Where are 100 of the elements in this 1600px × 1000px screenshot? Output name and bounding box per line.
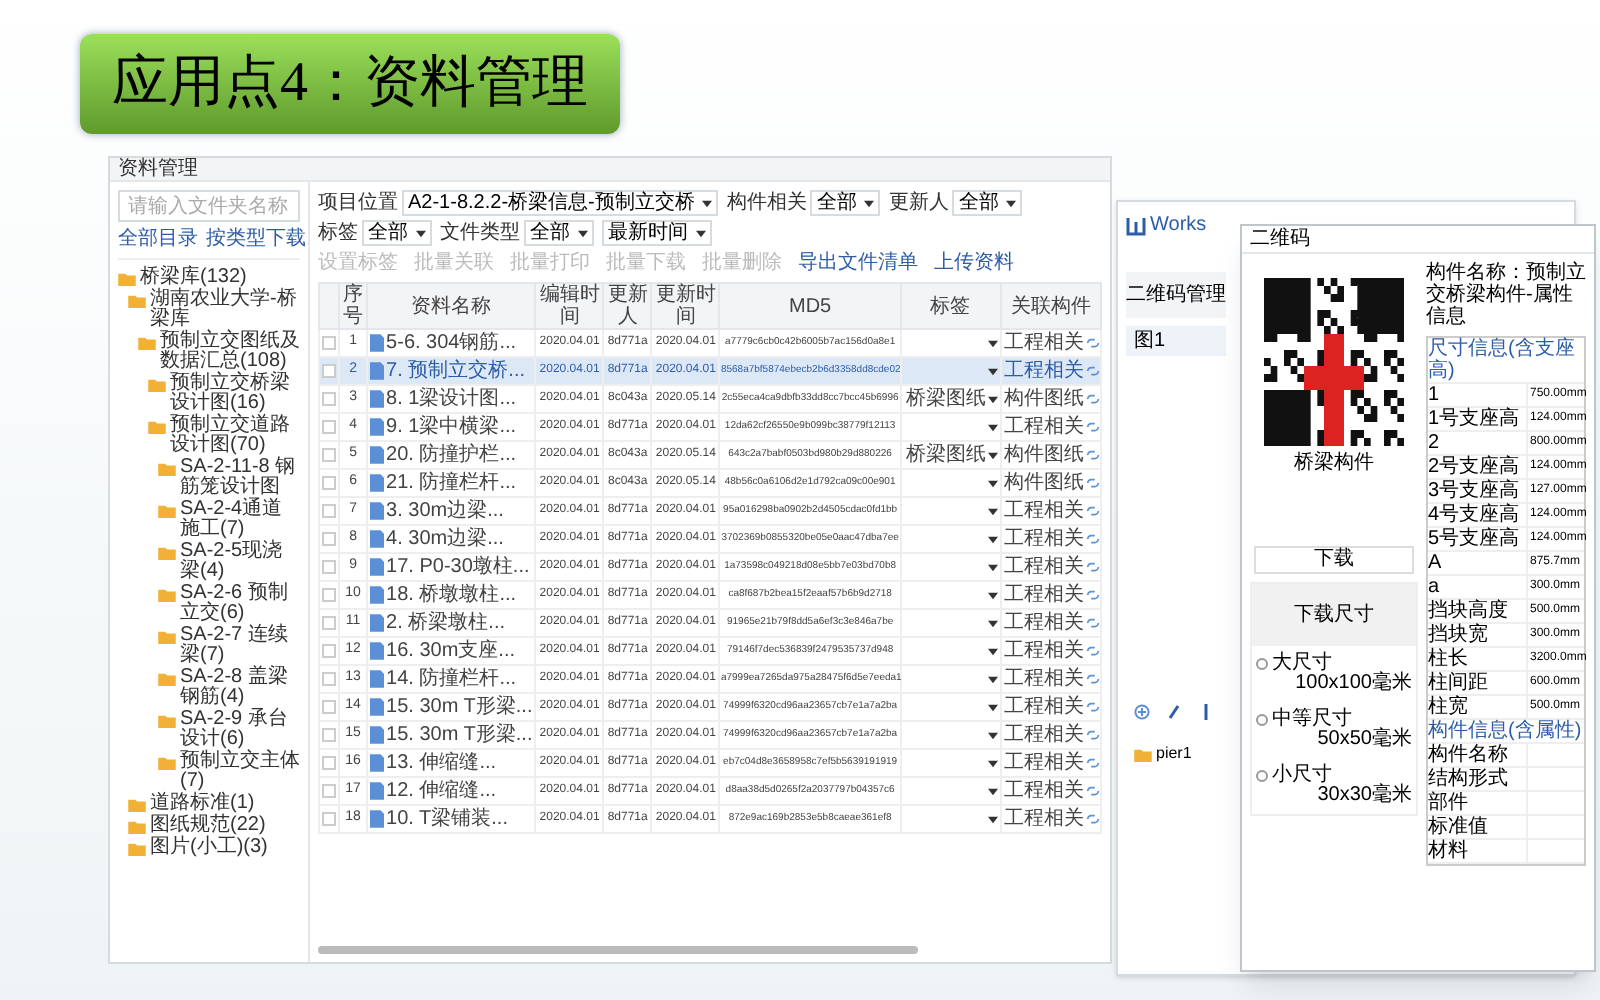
size-value: 30x30毫米 — [1317, 786, 1412, 806]
sidebar-button[interactable]: 按类型下载 — [206, 230, 306, 250]
property-label: 构件名称 — [1428, 744, 1528, 766]
tree-item[interactable]: pier1 — [1156, 745, 1192, 761]
link-icon — [1085, 700, 1100, 714]
caret-icon — [987, 619, 998, 627]
tree-item[interactable]: 预制立交主体(7) — [180, 752, 300, 792]
row-checkbox[interactable] — [322, 784, 336, 798]
caret-icon — [416, 229, 426, 237]
caret-icon — [987, 563, 998, 571]
column-header: 更新时间 — [653, 284, 718, 328]
property-label: 2号支座高 — [1428, 456, 1528, 478]
dialog-title: 二维码 — [1250, 229, 1310, 249]
filter-label: 构件相关 — [726, 193, 807, 213]
caret-icon — [987, 451, 998, 459]
row-checkbox[interactable] — [322, 812, 336, 826]
toolbar-button[interactable]: 上传资料 — [934, 254, 1014, 274]
tree-item[interactable]: SA-2-6 预制立交(6) — [180, 584, 300, 624]
folder-icon — [148, 420, 166, 434]
row-checkbox[interactable] — [322, 532, 336, 546]
caret-icon — [987, 675, 998, 683]
table-cell: 10. T梁铺装... — [386, 809, 508, 829]
radio-label: 小尺寸 — [1272, 766, 1332, 786]
property-label: 标准值 — [1428, 816, 1528, 838]
caret-icon — [987, 731, 998, 739]
tree-item[interactable]: 预制立交图纸及数据汇总(108) — [160, 332, 300, 372]
link-icon — [1085, 532, 1100, 546]
tree-item[interactable]: SA-2-4通道施工(7) — [180, 500, 300, 540]
tree-item[interactable]: SA-2-7 连续梁(7) — [180, 626, 300, 666]
property-label: 材料 — [1428, 840, 1528, 862]
size-value: 50x50毫米 — [1317, 730, 1412, 750]
filter-dropdown[interactable]: 全部 — [362, 220, 432, 246]
property-label: 3号支座高 — [1428, 480, 1528, 502]
caret-icon — [578, 229, 588, 237]
link-icon — [1085, 476, 1100, 490]
row-checkbox[interactable] — [322, 504, 336, 518]
tree-item[interactable]: SA-2-11-8 钢筋笼设计图 — [180, 458, 300, 498]
row-checkbox[interactable] — [322, 476, 336, 490]
tree-item[interactable]: SA-2-9 承台设计(6) — [180, 710, 300, 750]
property-label: 部件 — [1428, 792, 1528, 814]
caret-icon — [987, 479, 998, 487]
link-icon — [1085, 504, 1100, 518]
tree-item[interactable]: 湖南农业大学-桥梁库 — [150, 290, 300, 330]
sort-dropdown[interactable]: 最新时间 — [602, 220, 712, 246]
row-checkbox[interactable] — [322, 588, 336, 602]
tree-item[interactable]: 预制立交桥梁设计图(16) — [170, 374, 300, 414]
search-field[interactable]: 请输入文件夹名称 — [118, 190, 300, 222]
row-checkbox[interactable] — [322, 672, 336, 686]
radio-button[interactable] — [1256, 714, 1268, 726]
radio-button[interactable] — [1256, 770, 1268, 782]
table-cell: 3. 30m边梁... — [386, 501, 504, 521]
link-icon — [1085, 588, 1100, 602]
filter-dropdown[interactable]: 全部 — [952, 190, 1023, 216]
radio-button[interactable] — [1256, 658, 1268, 670]
row-checkbox[interactable] — [322, 756, 336, 770]
table-cell: 16. 30m支座... — [386, 641, 516, 661]
download-button[interactable]: 下载 — [1254, 546, 1414, 574]
tree-item[interactable]: SA-2-8 盖梁钢筋(4) — [180, 668, 300, 708]
filter-dropdown[interactable]: 全部 — [810, 190, 881, 216]
row-checkbox[interactable] — [322, 700, 336, 714]
row-checkbox[interactable] — [322, 448, 336, 462]
filter-dropdown[interactable]: 全部 — [524, 220, 594, 246]
scrollbar[interactable] — [318, 946, 918, 954]
sidebar-button[interactable]: 全部目录 — [118, 230, 198, 250]
table-cell: 13. 伸缩缝... — [386, 753, 497, 773]
row-checkbox[interactable] — [322, 364, 336, 378]
row-checkbox[interactable] — [322, 336, 336, 350]
row-checkbox[interactable] — [322, 420, 336, 434]
caret-icon — [987, 367, 998, 375]
tree-item[interactable]: 桥梁库(132) — [140, 268, 247, 288]
column-header: 关联构件 — [1008, 295, 1093, 317]
folder-icon — [158, 462, 176, 476]
caret-icon — [1006, 199, 1017, 207]
caret-icon — [987, 591, 998, 599]
property-label: 挡块高度 — [1428, 600, 1528, 622]
list-item[interactable]: 图1 — [1126, 326, 1226, 356]
property-label: 2 — [1428, 432, 1528, 454]
property-label: 挡块宽 — [1428, 624, 1528, 646]
toolbar-button[interactable]: 导出文件清单 — [798, 254, 918, 274]
folder-icon — [148, 378, 166, 392]
tree-item[interactable]: 图纸规范(22) — [150, 816, 266, 836]
folder-icon — [158, 504, 176, 518]
caret-icon — [987, 395, 998, 403]
size-value: 100x100毫米 — [1295, 674, 1412, 694]
folder-icon — [158, 756, 176, 770]
filter-dropdown[interactable]: A2-1-8.2.2-桥梁信息-预制立交桥 — [402, 190, 719, 216]
tree-item[interactable]: 预制立交道路设计图(70) — [170, 416, 300, 456]
row-checkbox[interactable] — [322, 728, 336, 742]
side-tab[interactable]: 二维码管理 — [1126, 272, 1226, 318]
row-checkbox[interactable] — [322, 616, 336, 630]
row-checkbox[interactable] — [322, 644, 336, 658]
table-cell: 17. P0-30墩柱... — [386, 557, 530, 577]
column-header: 序号 — [341, 284, 366, 328]
tree-item[interactable]: 道路标准(1) — [150, 794, 255, 814]
row-checkbox[interactable] — [322, 560, 336, 574]
row-checkbox[interactable] — [322, 392, 336, 406]
tree-item[interactable]: SA-2-5现浇梁(4) — [180, 542, 300, 582]
tree-item[interactable]: 图片(小工)(3) — [150, 838, 268, 858]
folder-icon — [138, 336, 156, 350]
folder-icon — [158, 630, 176, 644]
